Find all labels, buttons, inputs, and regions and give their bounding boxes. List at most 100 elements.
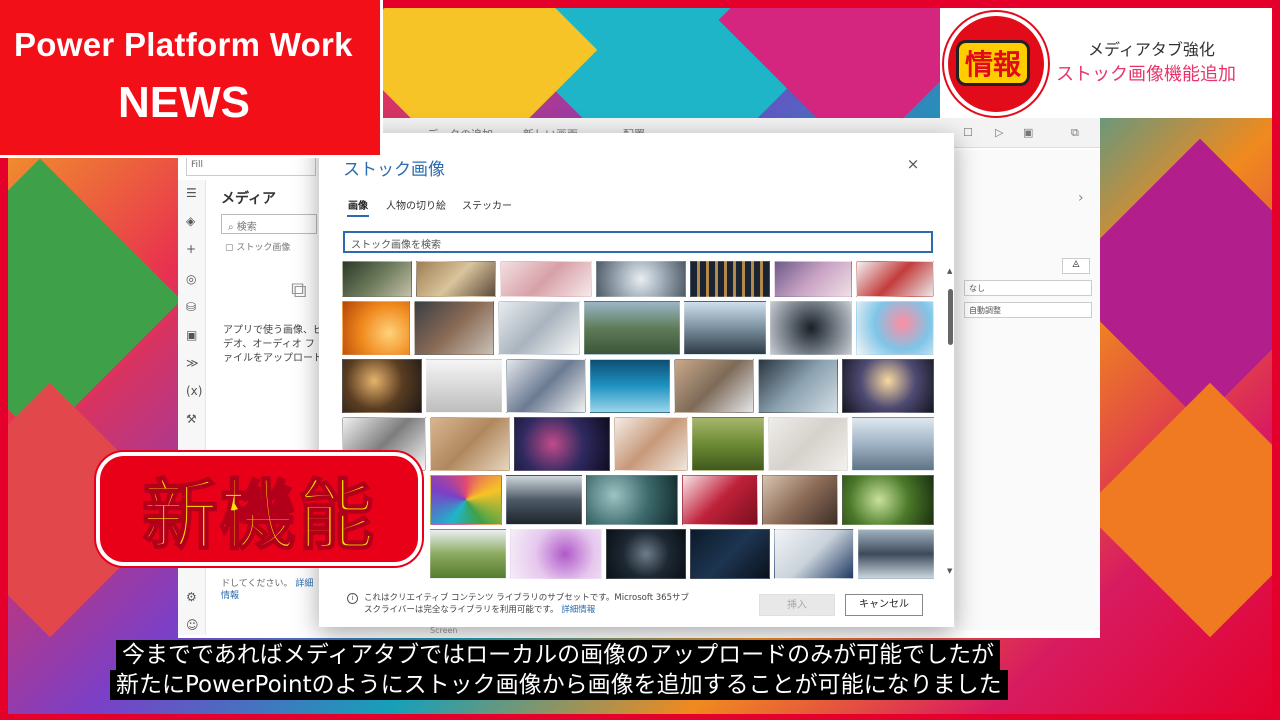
news-badge-line2: NEWS [118,78,250,127]
image-thumbnail[interactable] [590,359,670,413]
menu-icon[interactable]: ☰ [186,186,197,200]
scrollbar-thumb[interactable] [948,289,953,345]
image-thumbnail[interactable] [342,359,422,413]
image-position-dropdown[interactable]: 自動調整 [964,302,1092,318]
info-title: ストック画像機能追加 [1056,64,1236,85]
media-footer-text: ドしてください。 [221,579,293,589]
media-search-input[interactable]: ⌕ 検索 [221,214,317,234]
border-dropdown[interactable]: なし [964,280,1092,296]
image-thumbnail[interactable] [774,261,852,297]
insert-button[interactable]: 挿入 [759,594,835,616]
stock-images-link[interactable]: ▢ ストック画像 [225,240,290,253]
account-icon[interactable]: ☺ [186,618,199,632]
frame-right [1272,0,1280,720]
image-thumbnail[interactable] [342,261,412,297]
save-icon[interactable]: ▣ [1023,126,1033,139]
media-panel: メディア ⌕ 検索 ▢ ストック画像 ⧉ アプリで使う画像、ビデオ、オーディオ … [207,180,323,635]
subtitle-line-1: 今までであればメディアタブではローカルの画像のアップロードのみが可能でしたが [116,640,1001,670]
stock-search-input[interactable]: ストック画像を検索 [343,231,933,253]
image-thumbnail[interactable] [416,261,496,297]
media-icon[interactable]: ▣ [186,328,197,342]
image-thumbnail[interactable] [770,301,852,355]
data-icon[interactable]: ◎ [186,272,196,286]
layers-icon[interactable]: ◈ [186,214,195,228]
image-thumbnail[interactable] [614,417,688,471]
image-thumbnail[interactable] [674,359,754,413]
image-thumbnail[interactable] [430,417,510,471]
frame-bottom [0,714,1280,720]
media-footer: ドしてください。 詳細情報 [221,578,321,602]
image-thumbnail[interactable] [586,475,678,525]
image-thumbnail[interactable] [414,301,494,355]
image-icon: ▢ [225,243,237,253]
image-thumbnail[interactable] [498,301,580,355]
media-search-placeholder: 検索 [236,222,257,233]
image-grid [342,261,937,579]
image-thumbnail[interactable] [842,359,934,413]
stock-images-label: ストック画像 [236,243,291,253]
image-thumbnail[interactable] [500,261,592,297]
image-thumbnail[interactable] [768,417,848,471]
image-thumbnail[interactable] [692,417,764,471]
properties-panel: › ◬ なし 自動調整 [956,150,1100,630]
border-dropdown-value: なし [969,284,985,293]
image-thumbnail[interactable] [762,475,838,525]
news-badge-line1: Power Platform Work [14,26,353,63]
image-thumbnail[interactable] [506,359,586,413]
library-info-text: これはクリエイティブ コンテンツ ライブラリのサブセットです。Microsoft… [364,592,694,616]
chevron-right-icon[interactable]: › [1078,190,1084,206]
variables-icon[interactable]: (x) [186,384,202,398]
scroll-down-icon[interactable]: ▼ [947,567,952,575]
learn-more-link[interactable]: 詳細情報 [561,605,595,615]
comment-icon[interactable]: ☐ [963,126,973,139]
image-thumbnail[interactable] [690,261,770,297]
flow-icon[interactable]: ≫ [186,356,199,370]
image-thumbnail[interactable] [606,529,686,579]
image-thumbnail[interactable] [842,475,934,525]
property-dropdown[interactable]: Fill [186,156,316,176]
settings-icon[interactable]: ⚙ [186,590,197,604]
image-thumbnail[interactable] [774,529,854,579]
image-thumbnail[interactable] [510,529,602,579]
publish-icon[interactable]: ⧉ [1071,126,1079,140]
cancel-button[interactable]: キャンセル [845,594,923,616]
image-thumbnail[interactable] [430,475,502,525]
active-tab-indicator [347,215,369,217]
image-thumbnail[interactable] [758,359,838,413]
search-icon: ⌕ [228,222,237,233]
add-icon[interactable]: + [186,242,196,256]
video-frame: データの追加 新しい画面 配置 ☐ ▷ ▣ ⧉ Fill ☰ ◈ + ◎ ⛁ ▣… [0,0,1280,720]
tab-stickers[interactable]: ステッカー [462,197,512,212]
play-icon[interactable]: ▷ [995,126,1003,139]
screen-label[interactable]: Screen [430,626,458,635]
image-thumbnail[interactable] [856,261,934,297]
tab-cutout-people[interactable]: 人物の切り絵 [386,197,446,212]
info-subtitle: メディアタブ強化 [1088,40,1215,59]
subtitle-line-2: 新たにPowerPointのようにストック画像から画像を追加することが可能になり… [110,670,1008,700]
tab-images[interactable]: 画像 [348,197,368,212]
image-thumbnail[interactable] [684,301,766,355]
image-thumbnail[interactable] [856,301,934,355]
image-grid-scrollbar[interactable]: ▲ ▼ [947,267,955,579]
image-thumbnail[interactable] [430,529,506,579]
info-icon: i [347,593,358,604]
paint-bucket-button[interactable]: ◬ [1062,258,1090,274]
left-rail: ☰ ◈ + ◎ ⛁ ▣ ≫ (x) ⚒ ⚙ ☺ [178,180,206,635]
image-thumbnail[interactable] [858,529,934,579]
image-thumbnail[interactable] [596,261,686,297]
image-thumbnail[interactable] [682,475,758,525]
dialog-title: ストック画像 [343,160,445,180]
tools-icon[interactable]: ⚒ [186,412,197,426]
image-thumbnail[interactable] [584,301,680,355]
database-icon[interactable]: ⛁ [186,300,196,314]
image-thumbnail[interactable] [852,417,934,471]
image-thumbnail[interactable] [342,301,410,355]
image-thumbnail[interactable] [690,529,770,579]
scroll-up-icon[interactable]: ▲ [947,267,952,275]
image-thumbnail[interactable] [426,359,502,413]
image-thumbnail[interactable] [506,475,582,525]
image-thumbnail[interactable] [514,417,610,471]
media-empty-text: アプリで使う画像、ビデオ、オーディオ ファイルをアップロード [223,325,323,364]
close-icon[interactable]: × [903,155,923,175]
media-file-icon: ⧉ [291,278,307,303]
